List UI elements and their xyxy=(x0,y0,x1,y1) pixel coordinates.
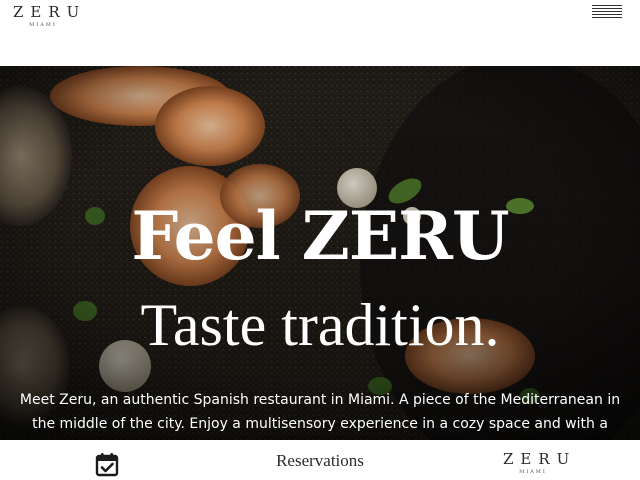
reservations-link[interactable]: Reservations xyxy=(250,450,390,472)
logo-wordmark: ZERU xyxy=(13,3,87,21)
hero-subtitle: Taste tradition. xyxy=(140,292,500,358)
hero-title: Feel ZERU xyxy=(131,197,509,275)
hamburger-menu-icon[interactable] xyxy=(592,5,622,23)
page: ZERU MIAMI Feel ZERU Taste tradition. Me… xyxy=(0,0,640,480)
bottom-logo-wordmark: ZERU xyxy=(503,450,577,468)
calendar-check-icon[interactable] xyxy=(94,451,120,477)
logo-subtitle: MIAMI xyxy=(29,22,57,28)
bottom-logo-subtitle: MIAMI xyxy=(519,469,547,475)
site-header: ZERU MIAMI xyxy=(0,0,640,66)
hero-section: Feel ZERU Taste tradition. Meet Zeru, an… xyxy=(0,66,640,440)
bottom-logo[interactable]: ZERU MIAMI xyxy=(498,450,577,476)
hero-description: Meet Zeru, an authentic Spanish restaura… xyxy=(19,392,621,432)
header-logo[interactable]: ZERU MIAMI xyxy=(8,3,87,29)
bottom-bar: Reservations ZERU MIAMI xyxy=(0,440,640,480)
